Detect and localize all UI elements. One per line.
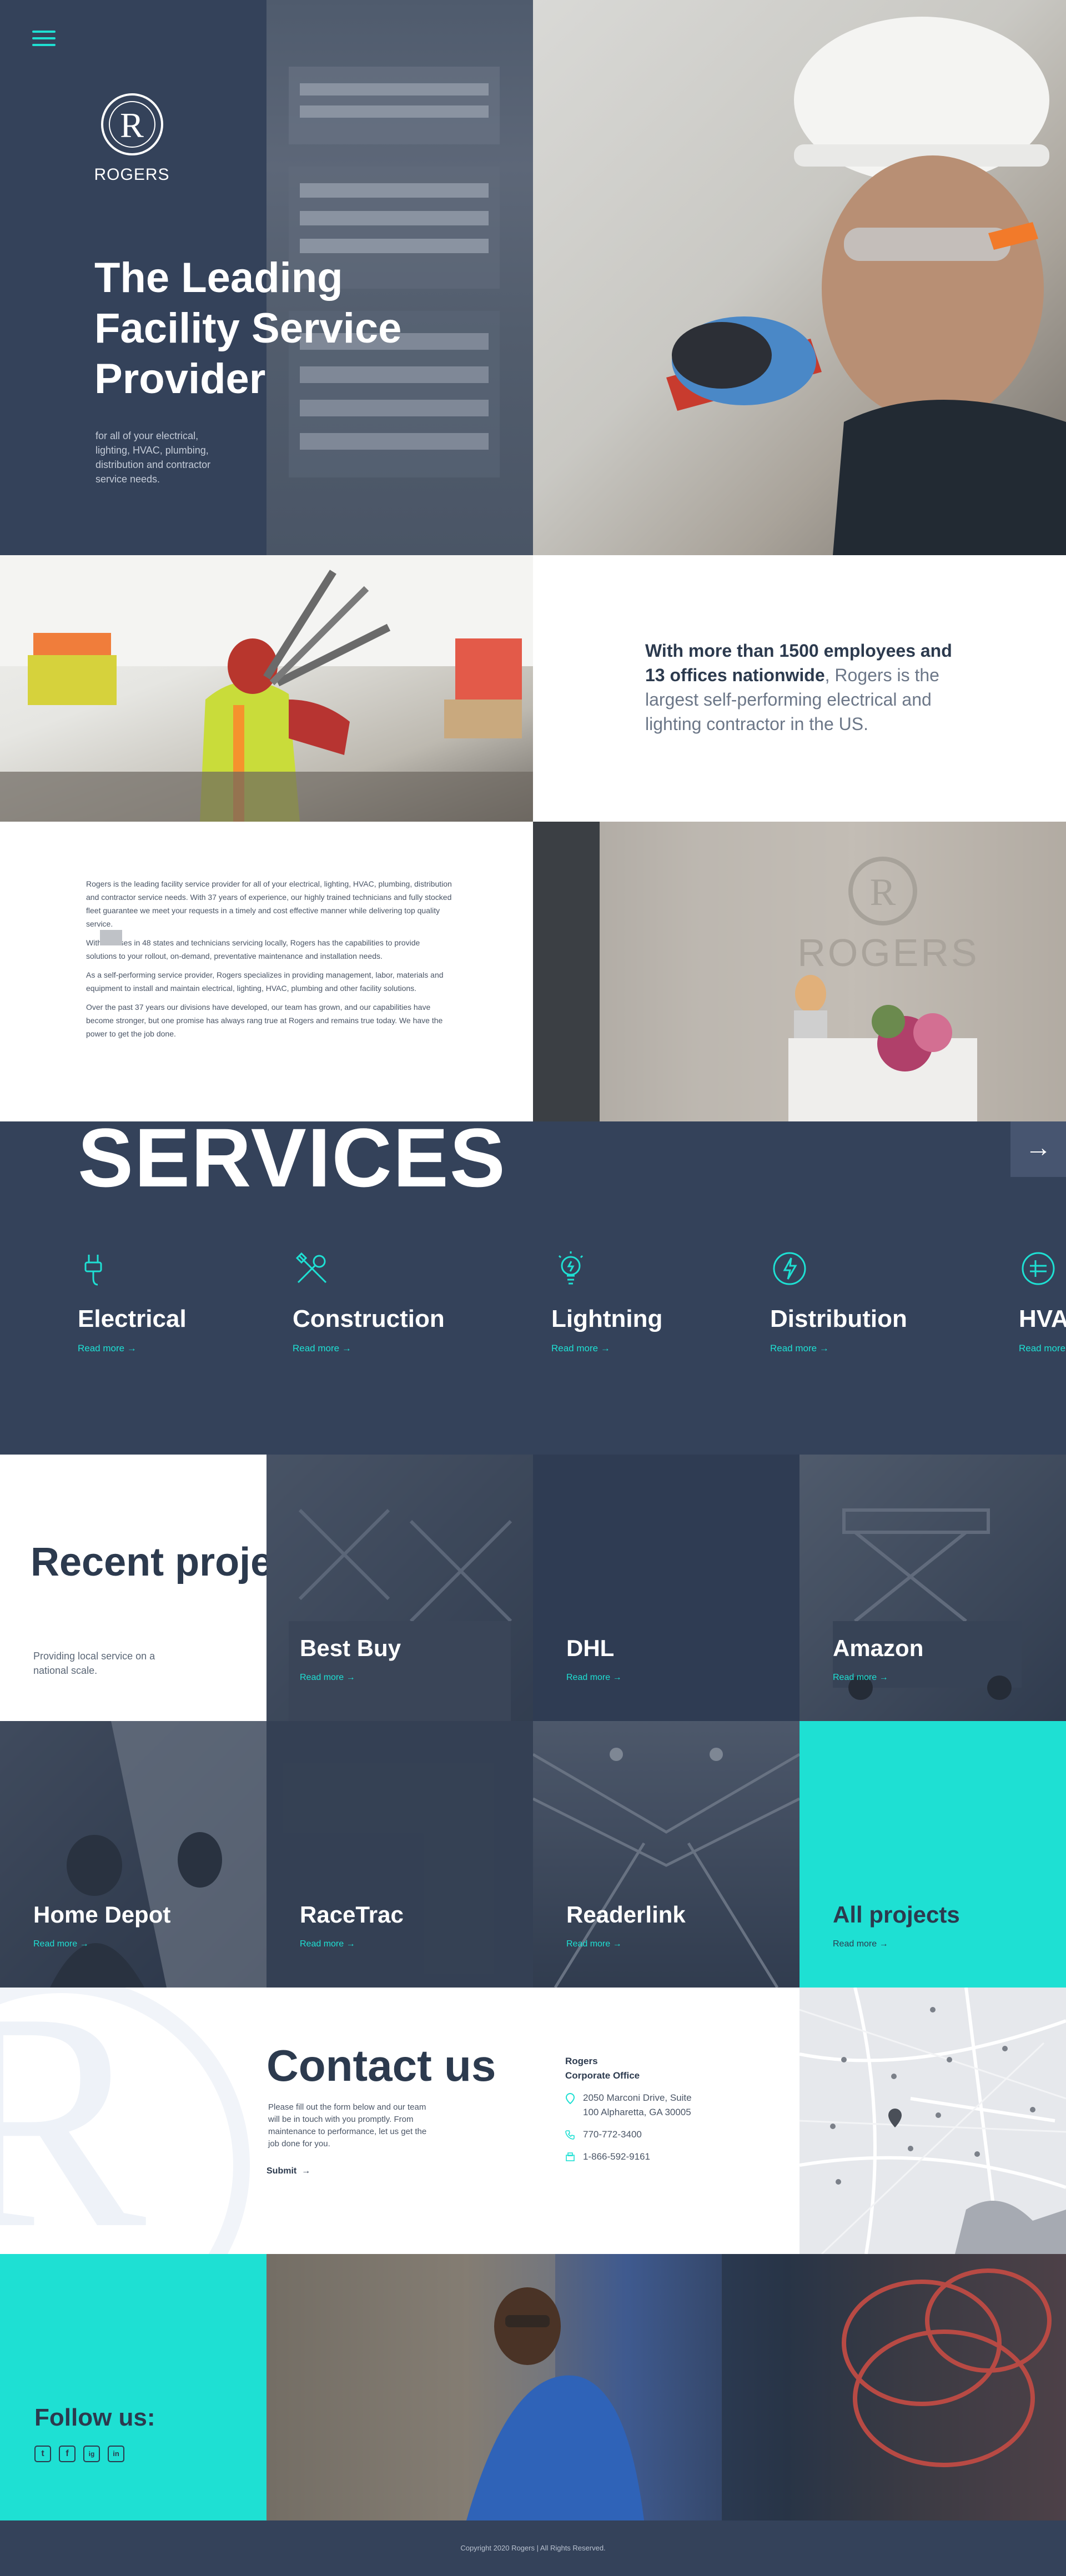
scroll-indicator[interactable] bbox=[100, 930, 122, 945]
logo-wordmark: ROGERS bbox=[94, 165, 170, 184]
address-text: 2050 Marconi Drive, Suite 100 Alpharetta… bbox=[583, 2092, 692, 2117]
read-more-link[interactable]: Read more → bbox=[833, 1939, 888, 1949]
project-tile-readerlink[interactable]: Readerlink Read more → bbox=[533, 1721, 800, 1988]
tools-icon bbox=[295, 1252, 327, 1284]
hero-subtitle: for all of your electrical, lighting, HV… bbox=[95, 430, 211, 485]
office-address-block: Rogers Corporate Office 2050 Marconi Dri… bbox=[565, 2054, 710, 2164]
service-label: Construction bbox=[293, 1305, 445, 1332]
about-paragraph: Rogers is the leading facility service p… bbox=[86, 879, 452, 928]
follow-title: Follow us: bbox=[34, 2404, 155, 2431]
project-name: RaceTrac bbox=[300, 1901, 404, 1928]
logo-initial: R bbox=[108, 101, 155, 148]
about-text: Rogers is the leading facility service p… bbox=[86, 877, 452, 1046]
technician-van-image bbox=[266, 2254, 1066, 2520]
linkedin-icon[interactable]: in bbox=[108, 2446, 124, 2462]
hero-section: R ROGERS The Leading Facility Service Pr… bbox=[0, 0, 1066, 555]
service-lightning[interactable]: Lightning Read more → bbox=[551, 1249, 718, 1354]
fax-row[interactable]: 1-866-592-9161 bbox=[565, 2150, 710, 2164]
all-projects-label: All projects bbox=[833, 1901, 960, 1928]
instagram-icon[interactable]: ig bbox=[83, 2446, 100, 2462]
project-name: Readerlink bbox=[566, 1901, 686, 1928]
plug-icon bbox=[84, 1255, 102, 1286]
service-hvac[interactable]: HVAC Read more → bbox=[1019, 1249, 1066, 1354]
read-more-link[interactable]: Read more → bbox=[566, 1939, 622, 1949]
fax-text: 1-866-592-9161 bbox=[583, 2151, 650, 2162]
services-next-arrow-icon[interactable]: → bbox=[1010, 1121, 1066, 1177]
service-electrical[interactable]: Electrical Read more → bbox=[78, 1249, 244, 1354]
read-more-link[interactable]: Read more → bbox=[551, 1343, 718, 1354]
read-more-link[interactable]: Read more → bbox=[833, 1673, 888, 1683]
service-label: Distribution bbox=[770, 1305, 907, 1332]
services-section: SERVICES → Electrical Read more → Constr… bbox=[0, 1121, 1066, 1455]
office-map[interactable] bbox=[800, 1988, 1066, 2254]
contact-description: Please fill out the form below and our t… bbox=[268, 2102, 427, 2149]
phone-icon bbox=[565, 2130, 575, 2140]
project-tile-racetrac[interactable]: RaceTrac Read more → bbox=[266, 1721, 533, 1988]
facebook-icon[interactable]: f bbox=[59, 2446, 76, 2462]
submit-button[interactable]: Submit → bbox=[266, 2166, 310, 2176]
phone-row[interactable]: 770-772-3400 bbox=[565, 2127, 710, 2142]
read-more-link[interactable]: Read more → bbox=[770, 1343, 937, 1354]
office-name: Rogers bbox=[565, 2056, 598, 2066]
service-label: Lightning bbox=[551, 1305, 663, 1332]
contact-title: Contact us bbox=[266, 2041, 496, 2090]
read-more-link[interactable]: Read more → bbox=[33, 1939, 89, 1949]
fax-icon bbox=[566, 2152, 575, 2161]
svg-text:R: R bbox=[870, 871, 896, 914]
reception-image: R ROGERS bbox=[533, 822, 1066, 1121]
twitter-icon[interactable]: t bbox=[34, 2446, 51, 2462]
menu-icon[interactable] bbox=[32, 31, 56, 49]
svg-text:ROGERS: ROGERS bbox=[797, 931, 979, 974]
project-name: Best Buy bbox=[300, 1635, 401, 1661]
read-more-link[interactable]: Read more → bbox=[293, 1343, 459, 1354]
read-more-link[interactable]: Read more → bbox=[300, 1939, 355, 1949]
brand-logo[interactable]: R ROGERS bbox=[92, 93, 172, 184]
all-projects-tile[interactable]: All projects Read more → bbox=[800, 1721, 1066, 1988]
project-name: Amazon bbox=[833, 1635, 924, 1661]
lightbulb-icon bbox=[558, 1251, 584, 1285]
services-title: SERVICES bbox=[78, 1121, 506, 1204]
read-more-link[interactable]: Read more → bbox=[300, 1673, 355, 1683]
intro-statement: With more than 1500 employees and 13 off… bbox=[645, 638, 956, 736]
hvac-icon bbox=[1022, 1252, 1055, 1285]
watermark-logo: R bbox=[0, 1988, 147, 2254]
project-tile-home-depot[interactable]: Home Depot Read more → bbox=[0, 1721, 266, 1988]
address-row: 2050 Marconi Drive, Suite 100 Alpharetta… bbox=[565, 2091, 710, 2120]
service-label: Electrical bbox=[78, 1305, 187, 1332]
copyright-text: Copyright 2020 Rogers | All Rights Reser… bbox=[460, 2544, 606, 2552]
location-pin-icon bbox=[565, 2093, 575, 2104]
logo-mark: R bbox=[100, 93, 163, 155]
worker-vest-image bbox=[0, 555, 533, 822]
project-name: DHL bbox=[566, 1635, 615, 1661]
recent-projects-intro bbox=[0, 1455, 266, 1721]
hero-title: The Leading Facility Service Provider bbox=[94, 254, 402, 402]
read-more-link[interactable]: Read more → bbox=[78, 1343, 244, 1354]
service-construction[interactable]: Construction Read more → bbox=[293, 1249, 459, 1354]
footer: Copyright 2020 Rogers | All Rights Reser… bbox=[0, 2520, 1066, 2576]
read-more-link[interactable]: Read more → bbox=[566, 1673, 622, 1683]
project-tile-best-buy[interactable]: Best Buy Read more → bbox=[266, 1455, 533, 1721]
office-label: Corporate Office bbox=[565, 2070, 640, 2081]
bolt-icon bbox=[773, 1252, 806, 1285]
phone-text: 770-772-3400 bbox=[583, 2129, 642, 2140]
hero-worker-image bbox=[533, 0, 1066, 555]
service-distribution[interactable]: Distribution Read more → bbox=[770, 1249, 937, 1354]
contact-section: R Contact us Please fill out the form be… bbox=[0, 1988, 800, 2254]
about-paragraph: With licenses in 48 states and technicia… bbox=[86, 938, 420, 960]
project-tile-dhl[interactable]: DHL Read more → bbox=[533, 1455, 800, 1721]
project-tile-amazon[interactable]: Amazon Read more → bbox=[800, 1455, 1066, 1721]
follow-panel bbox=[0, 2254, 266, 2520]
about-panel: Rogers is the leading facility service p… bbox=[0, 822, 533, 1121]
about-paragraph: As a self-performing service provider, R… bbox=[86, 970, 444, 993]
service-label: HVAC bbox=[1019, 1305, 1066, 1332]
read-more-link[interactable]: Read more → bbox=[1019, 1343, 1066, 1354]
about-paragraph: Over the past 37 years our divisions hav… bbox=[86, 1003, 443, 1038]
project-name: Home Depot bbox=[33, 1901, 171, 1928]
recent-projects-subtitle: Providing local service on a national sc… bbox=[33, 1651, 155, 1676]
